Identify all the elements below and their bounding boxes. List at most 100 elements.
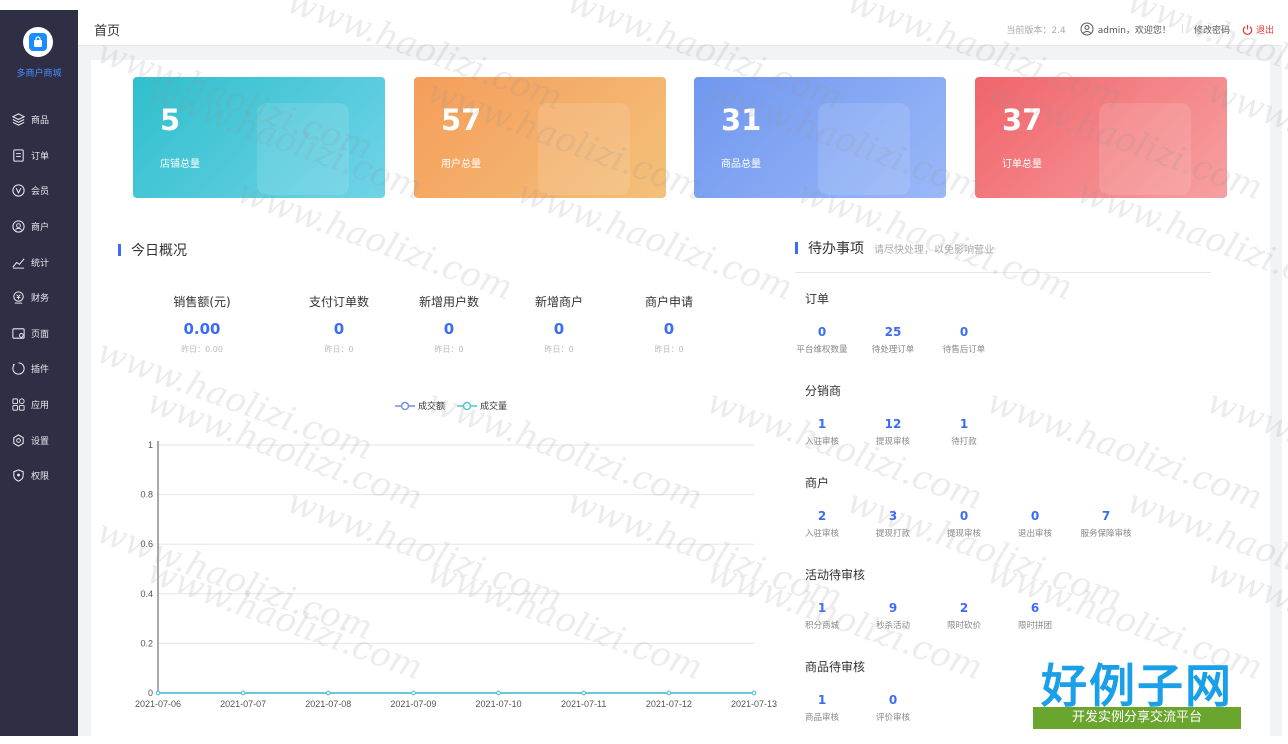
todo-item[interactable]: 9 秒杀活动 — [853, 601, 933, 631]
sidebar-nav: 商品订单会员商户统计财务页面插件应用设置权限 — [0, 102, 78, 494]
todo-group-title: 商品待审核 — [805, 660, 866, 674]
todo-item[interactable]: 0 提现审核 — [924, 509, 1004, 539]
sidebar-item-3[interactable]: 商户 — [0, 209, 78, 245]
todo-item[interactable]: 2 入驻审核 — [782, 509, 862, 539]
y-tick-label: 0.4 — [140, 589, 153, 599]
stat-card[interactable]: 57 用户总量 — [414, 77, 666, 198]
version-text: 当前版本：2.4 — [1006, 25, 1066, 36]
todo-item-count: 1 — [817, 601, 827, 615]
change-password-link[interactable]: 修改密码 — [1194, 23, 1230, 36]
legend-line-icon — [395, 401, 415, 410]
x-tick-label: 2021-07-09 — [390, 699, 436, 709]
topbar: 首页 当前版本：2.4 admin，欢迎您！ | 修改密码 退出 — [78, 10, 1282, 46]
stat-yesterday: 昨日：0 — [544, 345, 574, 354]
sidebar-item-label: 商户 — [31, 223, 50, 234]
todo-item[interactable]: 6 限时拼团 — [995, 601, 1075, 631]
todo-item-count: 2 — [817, 509, 827, 523]
card-label: 用户总量 — [441, 159, 481, 170]
sidebar-item-label: 设置 — [31, 436, 50, 447]
todo-item[interactable]: 0 退出审核 — [995, 509, 1075, 539]
todo-item[interactable]: 1 待打款 — [924, 417, 1004, 447]
brand-name: 多商户商城 — [16, 69, 62, 79]
sidebar-item-2[interactable]: 会员 — [0, 173, 78, 209]
todo-item-count: 1 — [959, 417, 969, 431]
stat-value: 0 — [553, 320, 565, 338]
sidebar-item-7[interactable]: 插件 — [0, 351, 78, 387]
sidebar-item-label: 插件 — [31, 365, 50, 376]
sidebar-item-8[interactable]: 应用 — [0, 387, 78, 423]
divider: | — [1180, 24, 1184, 34]
logout-button[interactable]: 退出 — [1242, 23, 1274, 36]
legend-item[interactable]: 成交量 — [457, 399, 507, 412]
sidebar-item-label: 财务 — [31, 294, 50, 305]
todo-item-count: 12 — [884, 417, 902, 431]
stat-title: 销售额(元) — [173, 295, 231, 309]
page-icon — [10, 325, 26, 341]
todo-item[interactable]: 1 商品审核 — [782, 693, 862, 723]
sidebar-item-0[interactable]: 商品 — [0, 102, 78, 138]
todo-item-label: 提现审核 — [946, 529, 981, 539]
x-tick-label: 2021-07-12 — [646, 699, 692, 709]
todo-item[interactable]: 1 积分商城 — [782, 601, 862, 631]
data-point — [496, 690, 501, 696]
stat-yesterday: 昨日：0 — [654, 345, 684, 354]
data-point — [581, 690, 587, 696]
todo-item[interactable]: 3 提现打款 — [853, 509, 933, 539]
stat-card[interactable]: 5 店铺总量 — [133, 77, 385, 198]
todo-item-count: 0 — [888, 693, 898, 707]
divider — [795, 272, 1211, 273]
sidebar-item-1[interactable]: 订单 — [0, 138, 78, 174]
stat-value: 0 — [333, 320, 345, 338]
data-point — [155, 690, 161, 696]
stat-value: 0.00 — [183, 320, 221, 338]
todo-item[interactable]: 1 入驻审核 — [782, 417, 862, 447]
card-value: 31 — [721, 103, 762, 137]
todo-item[interactable]: 2 限时砍价 — [924, 601, 1004, 631]
logo[interactable] — [23, 27, 53, 57]
power-icon — [1242, 24, 1253, 35]
todo-item-count: 0 — [1030, 509, 1040, 523]
todo-item[interactable]: 7 服务保障审核 — [1066, 509, 1146, 539]
todo-item[interactable]: 12 提现审核 — [853, 417, 933, 447]
todo-item-label: 限时拼团 — [1017, 621, 1052, 631]
y-tick-label: 0.6 — [140, 539, 153, 549]
data-point — [411, 690, 416, 696]
sidebar-item-label: 订单 — [31, 151, 50, 162]
sidebar-item-4[interactable]: 统计 — [0, 244, 78, 280]
stat-title: 新增用户数 — [418, 295, 479, 309]
todo-group-title: 商户 — [805, 476, 830, 490]
user-greeting: admin，欢迎您！ — [1097, 25, 1171, 36]
stat-yesterday: 昨日：0 — [324, 345, 354, 354]
todo-item[interactable]: 0 待售后订单 — [924, 325, 1004, 355]
merchant-icon — [10, 219, 26, 235]
user-menu[interactable]: admin，欢迎您！ — [1080, 22, 1171, 36]
todo-item-label: 积分商城 — [804, 621, 839, 631]
todo-item[interactable]: 25 待处理订单 — [853, 325, 933, 355]
todo-item-count: 0 — [817, 325, 827, 339]
legend-item[interactable]: 成交额 — [395, 399, 445, 412]
todo-item-label: 秒杀活动 — [875, 621, 910, 631]
sidebar: 多商户商城 商品订单会员商户统计财务页面插件应用设置权限 — [0, 10, 78, 736]
stat-title: 商户申请 — [644, 295, 693, 309]
y-tick-label: 0.8 — [140, 490, 153, 500]
finance-icon — [10, 290, 26, 306]
card-decoration-icon — [818, 103, 910, 195]
sidebar-item-6[interactable]: 页面 — [0, 316, 78, 352]
todo-item-count: 1 — [817, 417, 827, 431]
card-decoration-icon — [257, 103, 349, 195]
todo-group-title: 活动待审核 — [805, 568, 866, 582]
sidebar-item-9[interactable]: 设置 — [0, 422, 78, 458]
todo-item[interactable]: 0 评价审核 — [853, 693, 933, 723]
stat-card[interactable]: 37 订单总量 — [975, 77, 1227, 198]
x-tick-label: 2021-07-13 — [731, 699, 777, 709]
todo-item[interactable]: 0 平台维权数量 — [782, 325, 862, 355]
stat-card[interactable]: 31 商品总量 — [694, 77, 946, 198]
sidebar-item-label: 权限 — [31, 472, 50, 483]
sidebar-item-10[interactable]: 权限 — [0, 458, 78, 494]
todo-item-label: 商品审核 — [804, 713, 839, 723]
chart-legend: 成交额 成交量 — [395, 399, 519, 412]
sidebar-item-label: 会员 — [31, 187, 50, 198]
stat-value: 0 — [663, 320, 675, 338]
todo-item-label: 提现审核 — [875, 437, 910, 447]
sidebar-item-5[interactable]: 财务 — [0, 280, 78, 316]
